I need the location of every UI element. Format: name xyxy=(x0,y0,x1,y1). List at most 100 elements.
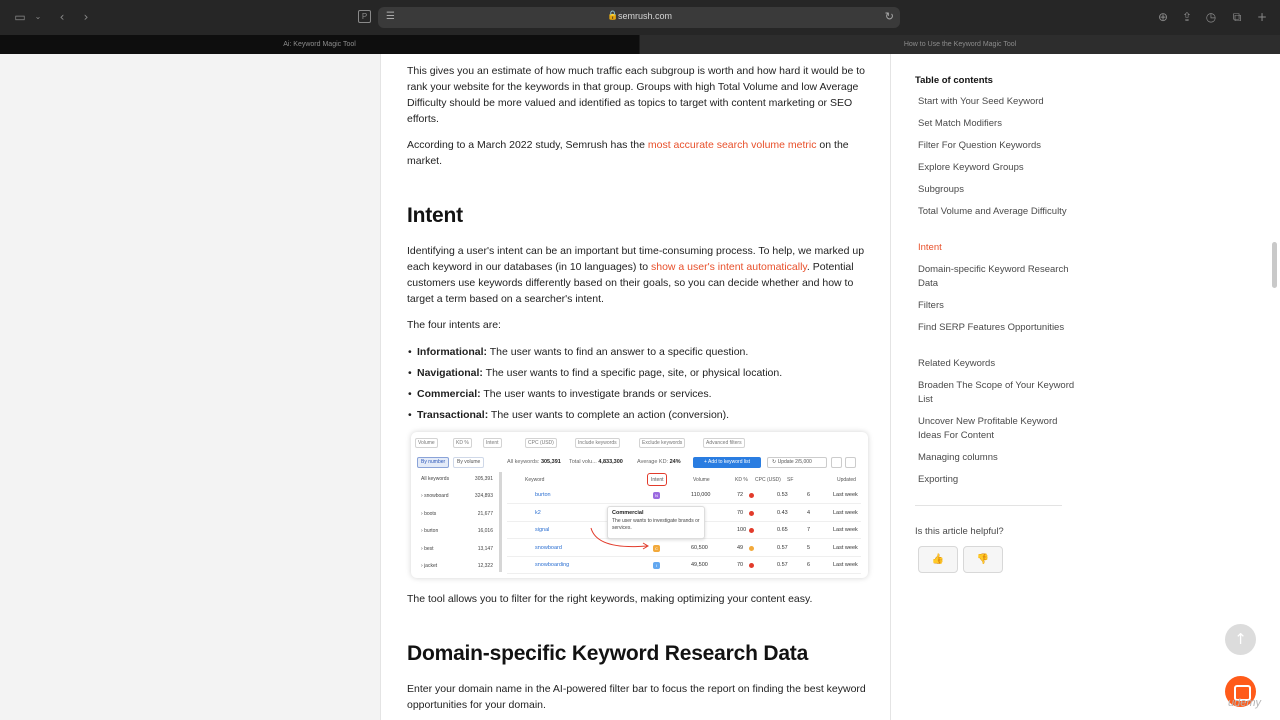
address-bar[interactable]: ☰ 🔒 semrush.com ↻ xyxy=(378,7,900,28)
list-item: Navigational: The user wants to find a s… xyxy=(408,366,857,380)
term: Commercial: xyxy=(417,388,481,400)
browser-toolbar: ▭ ⌄ ‹ › P ☰ 🔒 semrush.com ↻ ⊕ ⇪ ◷ ⧉ + xyxy=(0,0,1280,35)
chevron-down-icon[interactable]: ⌄ xyxy=(31,10,45,24)
updated-cell: Last week xyxy=(833,544,858,551)
toc-item[interactable]: Broaden The Scope of Your Keyword List xyxy=(918,379,1078,407)
list-item: Commercial: The user wants to investigat… xyxy=(408,387,857,401)
kd-cell: 70 xyxy=(737,562,744,568)
tabs-overview-icon[interactable]: ⧉ xyxy=(1230,10,1244,24)
group-row: › best 13,147 xyxy=(421,546,493,552)
updated-cell: Last week xyxy=(833,492,858,498)
settings-icon xyxy=(831,457,842,468)
groups-scrollbar xyxy=(499,472,502,572)
reader-icon[interactable]: ☰ xyxy=(386,11,395,22)
keyword-cell: signal xyxy=(535,527,550,533)
toc-item[interactable]: Managing columns xyxy=(918,451,1078,465)
tab-bar: Ai: Keyword Magic Tool How to Use the Ke… xyxy=(0,35,1280,54)
toc-item[interactable]: Domain-specific Keyword Research Data xyxy=(918,263,1078,291)
volume-cell: 49,500 xyxy=(691,562,708,568)
add-to-list-button: + Add to keyword list xyxy=(693,457,761,468)
page-scrollbar[interactable] xyxy=(1272,242,1277,288)
toc-title: Table of contents xyxy=(915,75,993,86)
toc-item[interactable]: Filter For Question Keywords xyxy=(918,139,1078,153)
cpc-cell: 0.57 xyxy=(777,544,788,551)
col-header: CPC (USD) xyxy=(755,477,781,483)
accurate-volume-link[interactable]: most accurate search volume metric xyxy=(648,139,817,151)
table-row: snowboarding 49,500 70 0.57 6 Last week I xyxy=(507,557,861,574)
avg-kd-stat: Average KD: 24% xyxy=(637,459,681,465)
all-keywords-stat: All keywords: 305,391 xyxy=(507,459,561,465)
desc: The user wants to find an answer to a sp… xyxy=(487,346,749,358)
export-icon xyxy=(845,457,856,468)
keyword-cell: snowboard xyxy=(535,544,562,551)
filter-chip: Exclude keywords xyxy=(639,438,686,448)
group-name: All keywords xyxy=(421,476,450,482)
toc-item[interactable]: Subgroups xyxy=(918,183,1078,197)
thumbs-down-button[interactable]: 👎 xyxy=(963,546,1003,573)
toc-item[interactable]: Find SERP Features Opportunities xyxy=(918,321,1078,335)
toc-item[interactable]: Explore Keyword Groups xyxy=(918,161,1078,175)
text: According to a March 2022 study, Semrush… xyxy=(407,139,648,151)
update-button: ↻ Update 2/5,000 xyxy=(767,457,827,468)
toc-item[interactable]: Set Match Modifiers xyxy=(918,117,1078,131)
group-name: boots xyxy=(424,511,437,517)
forward-icon[interactable]: › xyxy=(79,10,93,24)
toc-item[interactable]: Intent xyxy=(918,241,1078,255)
tooltip-arrow xyxy=(590,527,649,550)
sidebar-toggle-icon[interactable]: ▭ xyxy=(13,10,27,24)
tab-keyword-magic-tool[interactable]: Ai: Keyword Magic Tool xyxy=(0,35,639,54)
cpc-cell: 0.43 xyxy=(777,509,788,516)
thumbs-up-icon: 👍 xyxy=(931,554,945,565)
toc-item[interactable]: Filters xyxy=(918,299,1078,313)
group-name: best xyxy=(424,546,434,552)
keyword-cell: burton xyxy=(535,492,551,498)
extension-icon[interactable]: P xyxy=(358,10,371,23)
toc-item[interactable]: Exporting xyxy=(918,473,1078,487)
by-number-toggle: By number xyxy=(417,457,450,468)
share-icon[interactable]: ⇪ xyxy=(1180,10,1194,24)
col-header: SF xyxy=(787,477,794,483)
updated-cell: Last week xyxy=(833,527,858,533)
cpc-cell: 0.65 xyxy=(777,527,788,533)
reload-icon[interactable]: ↻ xyxy=(885,10,894,23)
toc-item[interactable]: Related Keywords xyxy=(918,357,1078,371)
kd-dot xyxy=(749,545,754,551)
heading-intent: Intent xyxy=(407,204,463,227)
filter-chip: Volume xyxy=(415,438,438,448)
col-header: KD % xyxy=(735,477,748,483)
group-row: › snowboard 324,893 xyxy=(421,493,493,499)
col-header: Volume xyxy=(693,477,710,483)
label: Average KD: xyxy=(637,459,669,465)
col-header: Updated xyxy=(837,477,856,483)
history-icon[interactable]: ◷ xyxy=(1204,10,1218,24)
label: Update xyxy=(777,459,794,465)
back-to-top-button[interactable]: ↑ xyxy=(1225,624,1256,655)
thumbs-up-button[interactable]: 👍 xyxy=(918,546,958,573)
group-count: 305,391 xyxy=(474,476,493,482)
toc-item[interactable]: Uncover New Profitable Keyword Ideas For… xyxy=(918,415,1078,443)
toc-item[interactable]: Total Volume and Average Difficulty xyxy=(918,205,1078,219)
tab-label: Ai: Keyword Magic Tool xyxy=(283,41,356,48)
filter-chip: Include keywords xyxy=(575,438,620,448)
paragraph-intent: Identifying a user's intent can be an im… xyxy=(407,243,867,307)
sf-cell: 6 xyxy=(807,492,811,498)
group-row: › jacket 12,322 xyxy=(421,563,493,569)
new-tab-icon[interactable]: + xyxy=(1255,10,1269,24)
intent-auto-link[interactable]: show a user's intent automatically xyxy=(651,261,807,273)
table-row: burton 110,000 72 0.53 6 Last week N xyxy=(507,487,861,504)
intent-badge: N xyxy=(653,492,660,499)
tab-how-to-use[interactable]: How to Use the Keyword Magic Tool xyxy=(640,35,1280,54)
updated-cell: Last week xyxy=(833,562,858,568)
cpc-cell: 0.53 xyxy=(777,492,788,498)
sf-cell: 5 xyxy=(807,544,811,551)
back-icon[interactable]: ‹ xyxy=(55,10,69,24)
term: Informational: xyxy=(417,346,487,358)
kd-dot xyxy=(749,528,754,533)
list-item: Transactional: The user wants to complet… xyxy=(408,408,857,422)
udemy-watermark: udemy xyxy=(1228,697,1262,709)
toc-item[interactable]: Start with Your Seed Keyword xyxy=(918,95,1078,109)
volume-cell: 60,500 xyxy=(691,544,708,551)
kd-cell: 72 xyxy=(737,492,744,498)
paragraph-subgroup-estimate: This gives you an estimate of how much t… xyxy=(407,65,865,125)
download-icon[interactable]: ⊕ xyxy=(1156,10,1170,24)
